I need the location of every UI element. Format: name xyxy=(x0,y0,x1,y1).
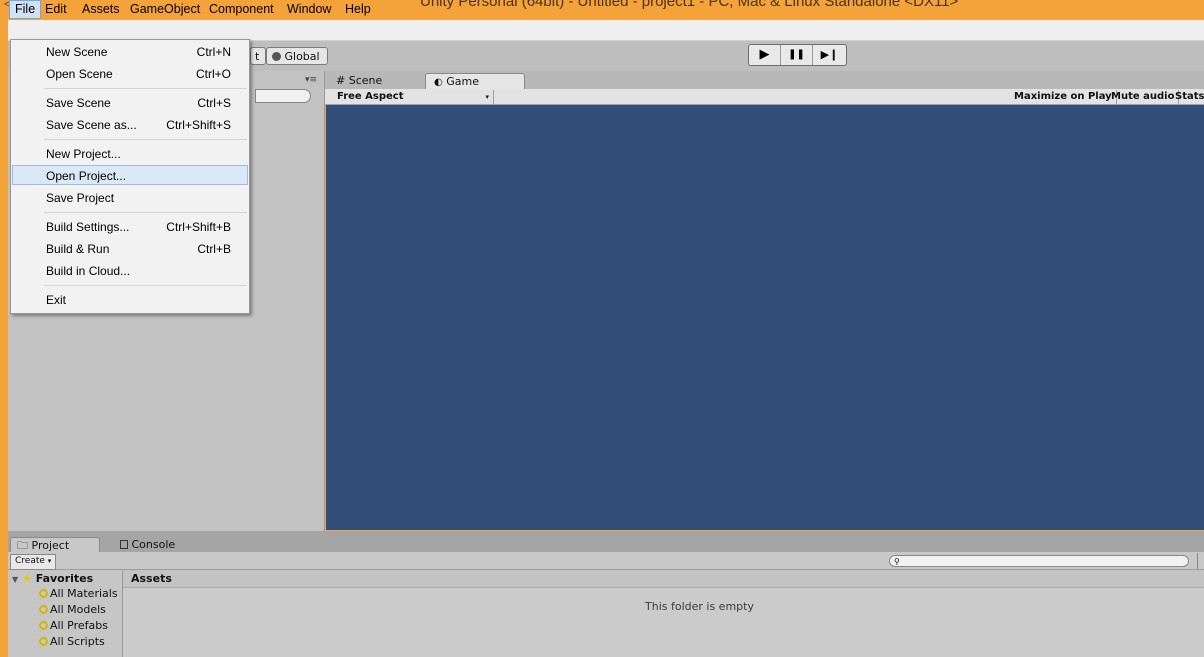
bottom-tabstrip xyxy=(8,531,1204,552)
hierarchy-search-input[interactable] xyxy=(255,89,311,103)
play-icon[interactable]: ▶ xyxy=(749,45,781,65)
game-icon: ◐ xyxy=(434,77,443,88)
menu-item-open-scene[interactable]: Open Scene Ctrl+O xyxy=(12,64,248,84)
favorite-item[interactable]: All Models xyxy=(39,603,106,617)
menu-item-save-scene-as[interactable]: Save Scene as... Ctrl+Shift+S xyxy=(12,115,248,135)
search-icon xyxy=(39,605,48,614)
stats-toggle[interactable]: Stats xyxy=(1171,90,1204,104)
tab-game-label: Game xyxy=(446,75,479,88)
step-icon[interactable]: ▶❙ xyxy=(813,45,846,65)
favorite-item[interactable]: All Prefabs xyxy=(39,619,108,633)
search-icon xyxy=(39,589,48,598)
favorites-label: Favorites xyxy=(35,572,94,585)
favorite-item[interactable]: All Materials xyxy=(39,587,118,601)
menu-window[interactable]: Window xyxy=(282,1,336,18)
chevron-down-icon: ▾ xyxy=(47,557,52,565)
menu-help[interactable]: Help xyxy=(340,1,376,18)
tab-scene-label: Scene xyxy=(348,74,383,87)
menu-separator xyxy=(44,285,247,286)
console-icon xyxy=(120,540,128,549)
tab-console[interactable]: Console xyxy=(114,537,181,552)
create-button[interactable]: Create ▾ xyxy=(10,554,57,570)
favorite-item[interactable]: All Scripts xyxy=(39,635,105,649)
favorites-header[interactable]: ▼ ★ Favorites xyxy=(12,572,93,587)
menu-separator xyxy=(44,212,247,213)
playback-controls: ▶ ❚❚ ▶❙ xyxy=(748,44,847,66)
tab-game[interactable]: ◐ Game xyxy=(425,73,525,90)
aspect-dropdown[interactable]: Free Aspect ▾ xyxy=(333,90,494,104)
project-search-input[interactable]: ⚲ xyxy=(889,555,1189,567)
window-title: Unity Personal (64bit) - Untitled - proj… xyxy=(420,0,959,10)
tab-project[interactable]: 🗀 Project xyxy=(10,537,100,552)
menu-gameobject[interactable]: GameObject xyxy=(125,1,205,18)
menu-item-save-scene[interactable]: Save Scene Ctrl+S xyxy=(12,93,248,113)
menu-bar xyxy=(8,20,1204,41)
pivot-button[interactable]: t xyxy=(250,47,266,65)
assets-label: Assets xyxy=(131,572,172,585)
file-menu-dropdown: New Scene Ctrl+N Open Scene Ctrl+O Save … xyxy=(10,39,250,314)
globe-icon xyxy=(272,52,281,61)
tab-console-label: Console xyxy=(131,538,176,551)
menu-assets[interactable]: Assets xyxy=(77,1,125,18)
menu-item-build-and-run[interactable]: Build & Run Ctrl+B xyxy=(12,239,248,259)
toolbar-divider xyxy=(1197,553,1198,569)
expand-arrow-icon: ▼ xyxy=(12,575,19,584)
create-label: Create xyxy=(15,556,45,566)
empty-folder-message: This folder is empty xyxy=(645,600,754,613)
pause-icon[interactable]: ❚❚ xyxy=(781,45,813,65)
menu-item-build-in-cloud[interactable]: Build in Cloud... xyxy=(12,261,248,281)
maximize-on-play-toggle[interactable]: Maximize on Play xyxy=(1010,90,1117,104)
menu-component[interactable]: Component xyxy=(204,1,279,18)
search-icon xyxy=(39,621,48,630)
search-icon xyxy=(39,637,48,646)
menu-edit[interactable]: Edit xyxy=(40,1,72,18)
menu-file[interactable]: File xyxy=(9,0,42,19)
menu-item-open-project[interactable]: Open Project... xyxy=(12,165,248,185)
tab-project-label: Project xyxy=(31,539,70,552)
assets-header xyxy=(123,570,1204,588)
global-button[interactable]: Global xyxy=(266,47,328,65)
panel-menu-icon[interactable]: ▾≡ xyxy=(305,75,317,85)
menu-item-build-settings[interactable]: Build Settings... Ctrl+Shift+B xyxy=(12,217,248,237)
scene-icon: # xyxy=(336,74,346,87)
tab-scene[interactable]: # Scene xyxy=(328,73,408,90)
global-label: Global xyxy=(284,50,320,63)
search-icon: ⚲ xyxy=(894,557,900,566)
menu-item-new-project[interactable]: New Project... xyxy=(12,144,248,164)
star-icon: ★ xyxy=(22,572,32,585)
menu-item-exit[interactable]: Exit xyxy=(12,290,248,310)
menu-item-new-scene[interactable]: New Scene Ctrl+N xyxy=(12,42,248,62)
game-view[interactable] xyxy=(326,105,1204,530)
folder-icon: 🗀 xyxy=(17,539,28,552)
menu-item-save-project[interactable]: Save Project xyxy=(12,188,248,208)
chevron-down-icon: ▾ xyxy=(485,93,489,101)
mute-audio-toggle[interactable]: Mute audio xyxy=(1107,90,1180,104)
menu-separator xyxy=(44,139,247,140)
aspect-value: Free Aspect xyxy=(337,91,404,102)
menu-separator xyxy=(44,88,247,89)
